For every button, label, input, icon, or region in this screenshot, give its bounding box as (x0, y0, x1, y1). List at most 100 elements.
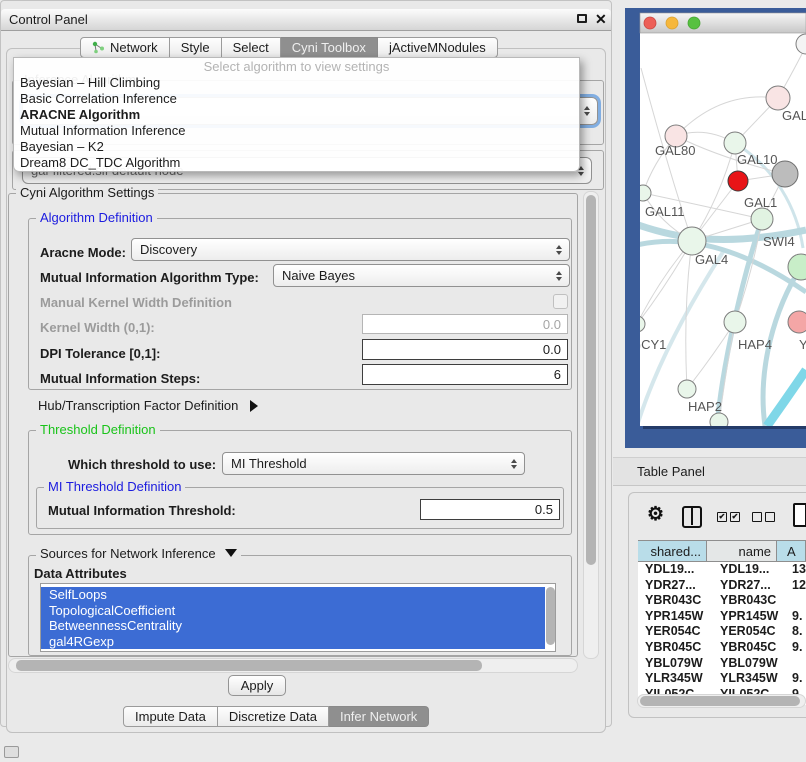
manual-kernel-checkbox[interactable] (553, 294, 568, 309)
mi-type-label: Mutual Information Algorithm Type: (40, 270, 259, 285)
dpi-tolerance-label: DPI Tolerance [0,1]: (40, 346, 160, 361)
mi-threshold-title: MI Threshold Definition (44, 480, 185, 494)
svg-text:GAL80: GAL80 (655, 143, 695, 158)
node-table: shared... name A YDL19...YDL19...13 YDR2… (638, 540, 806, 705)
control-panel-titlebar (1, 9, 611, 31)
dropdown-item[interactable]: Mutual Information Inference (14, 123, 579, 139)
kernel-width-field: 0.0 (362, 314, 568, 334)
network-tab-icon (92, 41, 105, 54)
network-window[interactable]: GAL GAL80 GAL10 GAL11 GAL1 SWI4 GAL4 GCY… (625, 8, 806, 448)
table-hscrollbar-thumb[interactable] (640, 696, 800, 706)
close-icon[interactable]: ✕ (595, 12, 607, 26)
combo-arrows-icon (552, 245, 565, 255)
table-row[interactable]: YDR27...YDR27...12 (638, 578, 806, 594)
tab-label: Network (110, 40, 158, 55)
combo-arrows-icon (552, 271, 565, 281)
svg-text:HAP4: HAP4 (738, 337, 772, 352)
collapse-down-icon[interactable] (225, 549, 237, 557)
float-window-icon[interactable] (577, 14, 587, 23)
node-pink-right[interactable] (788, 311, 806, 333)
node-hap4[interactable] (724, 311, 746, 333)
table-row[interactable]: YBR043CYBR043C (638, 593, 806, 609)
settings-vscrollbar-thumb[interactable] (586, 195, 596, 565)
tab-network[interactable]: Network (80, 37, 170, 58)
algorithm-dropdown-popup: Select algorithm to view settings Bayesi… (13, 57, 580, 172)
data-attributes-list[interactable]: SelfLoops TopologicalCoefficient Between… (40, 583, 556, 652)
which-threshold-label: Which threshold to use: (68, 457, 216, 472)
node-hap2[interactable] (678, 380, 696, 398)
bottom-tabs: Impute Data Discretize Data Infer Networ… (123, 706, 429, 727)
table-rows: YDL19...YDL19...13 YDR27...YDR27...12 YB… (638, 562, 806, 702)
control-panel-tabs: Network Style Select Cyni Toolbox jActiv… (80, 37, 498, 58)
apply-button[interactable]: Apply (228, 675, 286, 696)
hub-definition-toggle[interactable]: Hub/Transcription Factor Definition (38, 398, 258, 413)
list-item[interactable]: BetweennessCentrality (41, 618, 545, 634)
aracne-mode-label: Aracne Mode: (40, 245, 126, 260)
checked-boxes-icon[interactable]: ✔ ✔ (717, 512, 740, 522)
aracne-mode-combo[interactable]: Discovery (131, 238, 570, 261)
dpi-tolerance-field[interactable]: 0.0 (362, 339, 568, 360)
column-shared-name[interactable]: shared... (638, 541, 707, 561)
list-item[interactable]: gal4RGexp (41, 634, 545, 650)
dropdown-item-highlighted[interactable]: ARACNE Algorithm (14, 107, 579, 123)
kernel-width-label: Kernel Width (0,1): (40, 320, 155, 335)
data-attributes-label: Data Attributes (34, 566, 127, 581)
table-row[interactable]: YLR345WYLR345W9. (638, 671, 806, 687)
table-row[interactable]: YBR045CYBR045C9. (638, 640, 806, 656)
table-row[interactable]: YDL19...YDL19...13 (638, 562, 806, 578)
list-item[interactable]: SelfLoops (41, 587, 545, 603)
svg-text:GAL1: GAL1 (744, 195, 777, 210)
list-item[interactable]: TopologicalCoefficient (41, 603, 545, 619)
unchecked-boxes-icon[interactable] (752, 512, 775, 522)
svg-text:Y: Y (799, 337, 806, 352)
table-header: shared... name A (638, 540, 806, 562)
column-partial[interactable]: A (777, 541, 806, 561)
tab-jactivemnodules[interactable]: jActiveMNodules (378, 37, 498, 58)
table-row[interactable]: YER054CYER054C8. (638, 624, 806, 640)
panel-title: Control Panel (9, 12, 88, 27)
dropdown-item[interactable]: Dream8 DC_TDC Algorithm (14, 155, 579, 171)
svg-text:HAP2: HAP2 (688, 399, 722, 414)
close-traffic-icon[interactable] (644, 17, 656, 29)
settings-hscrollbar-thumb[interactable] (16, 660, 482, 671)
dropdown-item[interactable]: Basic Correlation Inference (14, 91, 579, 107)
sources-title[interactable]: Sources for Network Inference (36, 547, 241, 561)
manual-kernel-label: Manual Kernel Width Definition (40, 295, 232, 310)
tab-impute-data[interactable]: Impute Data (123, 706, 218, 727)
mi-type-combo[interactable]: Naive Bayes (273, 264, 570, 287)
network-canvas (640, 13, 806, 426)
which-threshold-combo[interactable]: MI Threshold (222, 452, 525, 475)
combo-arrows-icon (580, 106, 593, 116)
gear-icon[interactable]: ⚙ (647, 504, 664, 526)
node-gal10[interactable] (724, 132, 746, 154)
mi-steps-field[interactable]: 6 (362, 364, 568, 385)
tab-discretize-data[interactable]: Discretize Data (218, 706, 329, 727)
zoom-traffic-icon[interactable] (688, 17, 700, 29)
column-name[interactable]: name (707, 541, 777, 561)
node-gal1[interactable] (751, 208, 773, 230)
node-gal4[interactable] (678, 227, 706, 255)
mi-threshold-field[interactable]: 0.5 (420, 499, 560, 520)
document-icon[interactable] (793, 503, 806, 527)
window-titlebar (640, 13, 806, 33)
tab-cyni-toolbox[interactable]: Cyni Toolbox (281, 37, 378, 58)
threshold-definition-title: Threshold Definition (36, 423, 160, 437)
svg-text:GAL: GAL (782, 108, 806, 123)
cyni-settings-title: Cyni Algorithm Settings (16, 186, 158, 200)
tab-style[interactable]: Style (170, 37, 222, 58)
node-red-selected[interactable] (728, 171, 748, 191)
collapsed-panel-icon[interactable] (4, 746, 19, 758)
expand-right-icon[interactable] (250, 400, 258, 412)
node-gal-top[interactable] (766, 86, 790, 110)
dropdown-item[interactable]: Bayesian – Hill Climbing (14, 75, 579, 91)
tab-select[interactable]: Select (222, 37, 281, 58)
dropdown-item[interactable]: Bayesian – K2 (14, 139, 579, 155)
mi-steps-label: Mutual Information Steps: (40, 371, 200, 386)
table-row[interactable]: YBL079WYBL079W (638, 656, 806, 672)
tab-infer-network[interactable]: Infer Network (329, 706, 429, 727)
split-columns-icon[interactable] (682, 506, 702, 528)
attributes-vscrollbar-thumb[interactable] (546, 587, 555, 645)
combo-arrows-icon (507, 459, 520, 469)
table-row[interactable]: YPR145WYPR145W9. (638, 609, 806, 625)
minimize-traffic-icon[interactable] (666, 17, 678, 29)
